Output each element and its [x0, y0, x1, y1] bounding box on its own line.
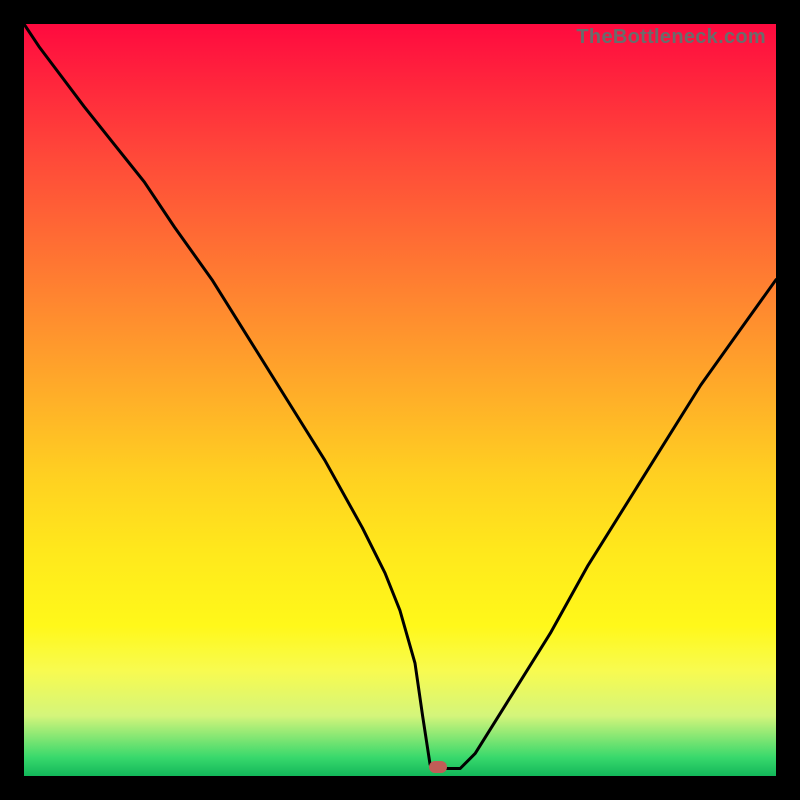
plot-area: TheBottleneck.com	[24, 24, 776, 776]
chart-frame: TheBottleneck.com	[0, 0, 800, 800]
bottleneck-curve	[24, 24, 776, 776]
